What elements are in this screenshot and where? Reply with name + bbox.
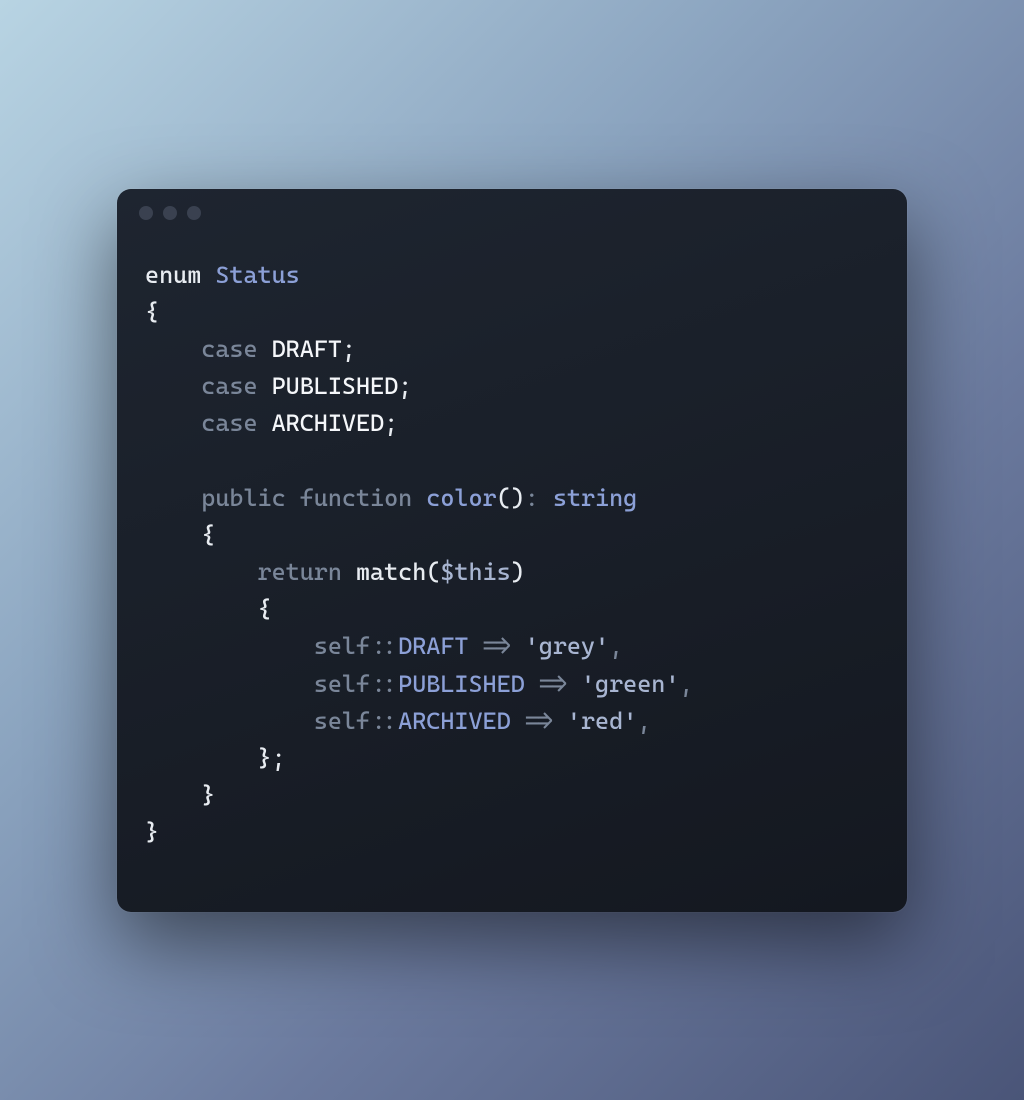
brace-close-semi: }; (258, 744, 286, 772)
paren-open: ( (497, 484, 511, 512)
string-red: 'red' (567, 707, 637, 735)
semicolon: ; (342, 335, 356, 363)
minimize-icon[interactable] (163, 206, 177, 220)
keyword-function: function (300, 484, 413, 512)
case-published: PUBLISHED (272, 372, 399, 400)
arrow: => (511, 707, 567, 735)
case-archived: ARCHIVED (272, 409, 385, 437)
comma: , (609, 632, 623, 660)
colon: : (525, 484, 539, 512)
case-draft: DRAFT (272, 335, 342, 363)
semicolon: ; (398, 372, 412, 400)
scope-operator: :: (370, 670, 398, 698)
brace-close: } (201, 781, 215, 809)
code-content: enum Status { case DRAFT; case PUBLISHED… (117, 237, 907, 912)
function-name: color (426, 484, 496, 512)
brace-open: { (145, 298, 159, 326)
keyword-self: self (314, 707, 370, 735)
type-name: Status (215, 261, 299, 289)
maximize-icon[interactable] (187, 206, 201, 220)
const-published: PUBLISHED (398, 670, 525, 698)
scope-operator: :: (370, 707, 398, 735)
string-grey: 'grey' (525, 632, 609, 660)
window-titlebar (117, 189, 907, 237)
keyword-case: case (201, 372, 257, 400)
paren-open: ( (426, 558, 440, 586)
semicolon: ; (384, 409, 398, 437)
variable-this: $this (440, 558, 510, 586)
keyword-self: self (314, 632, 370, 660)
scope-operator: :: (370, 632, 398, 660)
string-green: 'green' (581, 670, 679, 698)
keyword-self: self (314, 670, 370, 698)
paren-close: ) (511, 558, 525, 586)
paren-close: ) (511, 484, 525, 512)
return-type: string (553, 484, 637, 512)
keyword-case: case (201, 335, 257, 363)
arrow: => (525, 670, 581, 698)
keyword-public: public (201, 484, 285, 512)
keyword-enum: enum (145, 261, 201, 289)
brace-open: { (258, 595, 272, 623)
arrow: => (468, 632, 524, 660)
brace-close: } (145, 818, 159, 846)
keyword-match: match (356, 558, 426, 586)
brace-open: { (201, 521, 215, 549)
comma: , (637, 707, 651, 735)
close-icon[interactable] (139, 206, 153, 220)
const-draft: DRAFT (398, 632, 468, 660)
const-archived: ARCHIVED (398, 707, 511, 735)
comma: , (679, 670, 693, 698)
code-window: enum Status { case DRAFT; case PUBLISHED… (117, 189, 907, 912)
keyword-case: case (201, 409, 257, 437)
keyword-return: return (258, 558, 342, 586)
